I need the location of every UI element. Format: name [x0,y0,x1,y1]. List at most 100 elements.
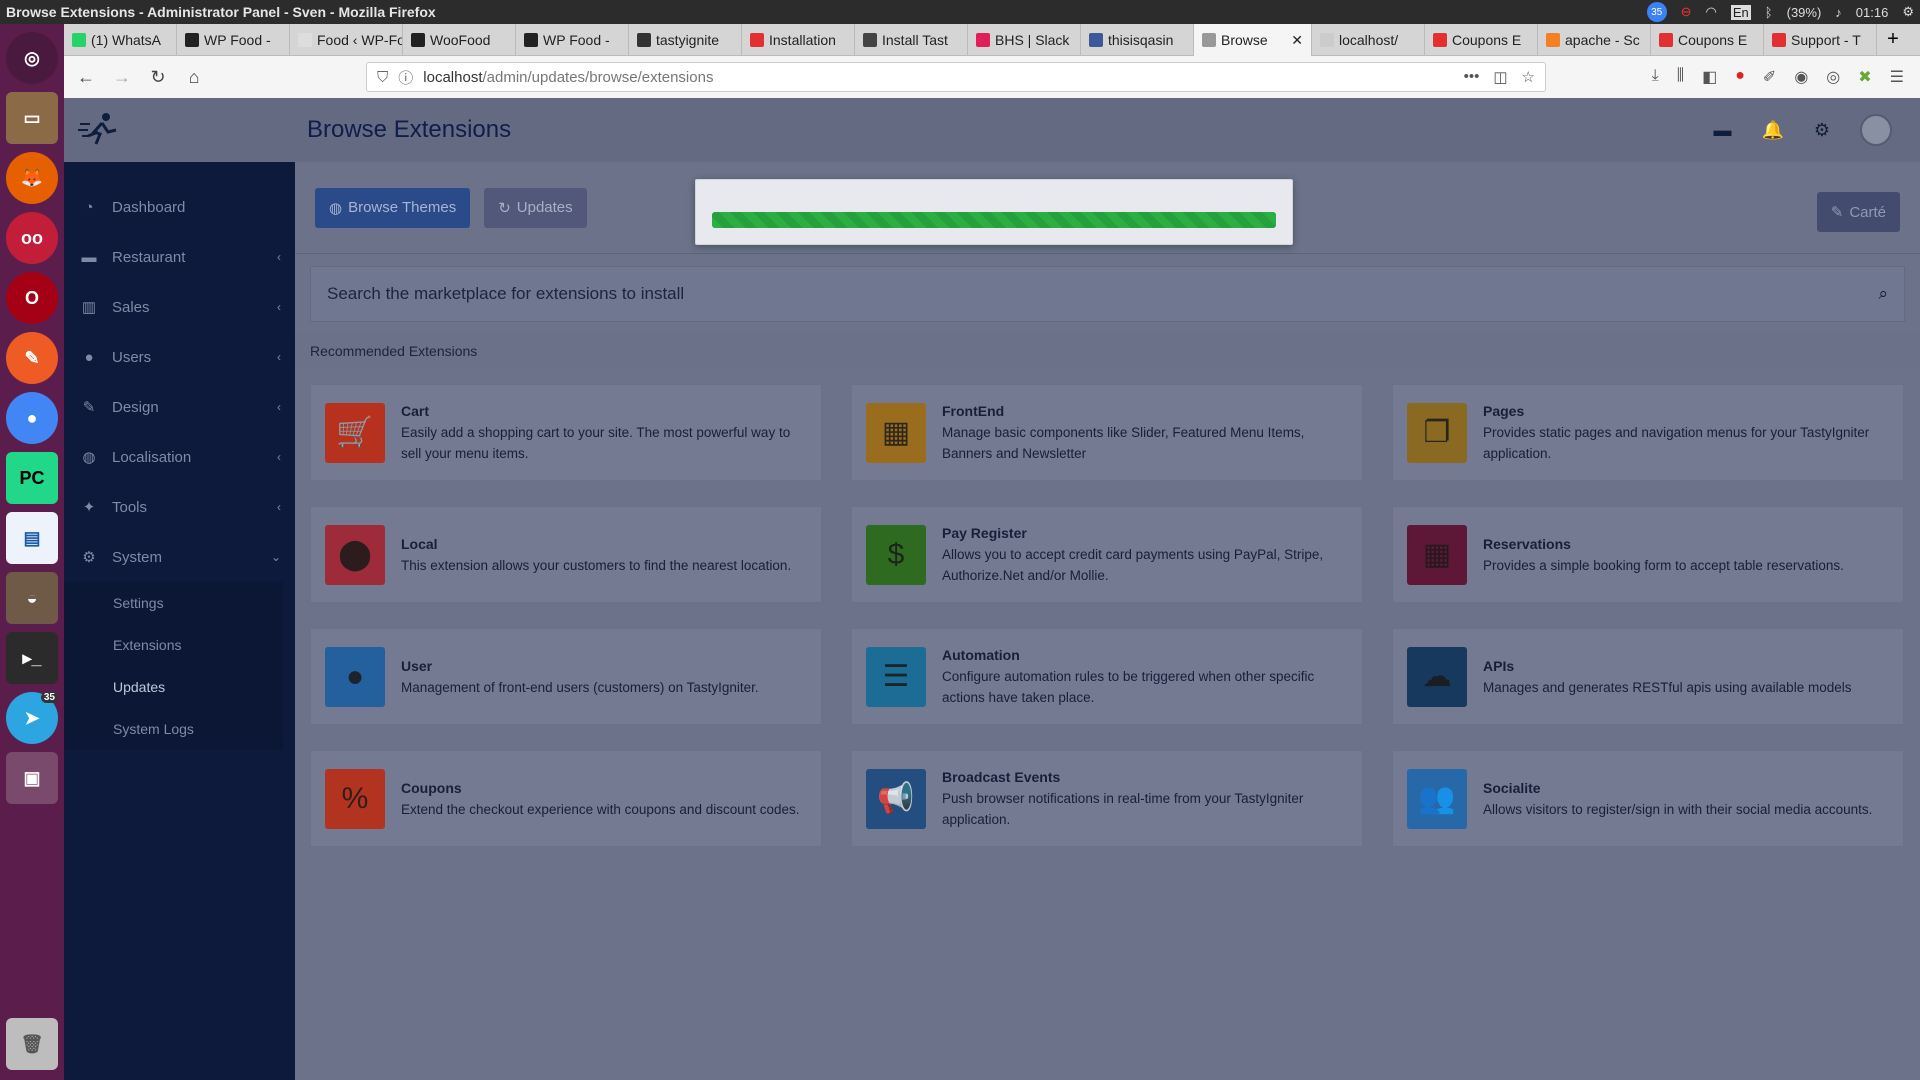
account-icon[interactable]: ◉ [1794,67,1808,87]
browse-themes-button[interactable]: ◍ Browse Themes [315,187,471,228]
sidebar-subitem-extensions[interactable]: Extensions [64,624,283,666]
sidebar-item-dashboard[interactable]: ◔ Dashboard [64,182,295,232]
settings-gear-icon[interactable]: ⚙ [1902,4,1914,20]
sidebar-item-sales[interactable]: ▥ Sales ‹ [64,282,295,332]
extension-card-pay-register[interactable]: $ Pay Register Allows you to accept credit… [851,506,1363,603]
bell-icon[interactable]: 🔔 [1761,120,1783,141]
browser-tab[interactable]: WP Food - [516,24,629,56]
browser-tab[interactable]: apache - Sc [1538,24,1651,56]
copy-icon: ❐ [1407,402,1467,463]
marketplace-search[interactable]: Search the marketplace for extensions to… [310,266,1905,322]
browser-tab[interactable]: Browse ✕ [1194,24,1312,56]
extension-icon[interactable]: ◎ [1826,67,1840,87]
browser-tab[interactable]: Install Tast [855,24,968,56]
new-tab-button[interactable]: + [1877,24,1909,55]
do-not-disturb-icon[interactable]: ⊖ [1681,4,1692,20]
url-text[interactable]: localhost/admin/updates/browse/extension… [423,69,713,86]
opera-icon[interactable]: O [6,272,58,324]
extensions-grid: 🛒 Cart Easily add a shopping cart to your … [310,384,1905,847]
bookmark-star-icon[interactable]: ☆ [1522,68,1535,86]
shield-icon[interactable]: ⛉ [377,69,388,86]
extension-card-cart[interactable]: 🛒 Cart Easily add a shopping cart to your … [310,384,822,481]
extension-description: Management of front-end users (customers… [401,679,759,695]
more-icon[interactable]: ••• [1464,68,1480,86]
firefox-icon[interactable]: 🦊 [6,152,58,204]
extension-card-broadcast-events[interactable]: 📢 Broadcast Events Push browser notificati… [851,750,1363,847]
search-input[interactable]: Search the marketplace for extensions to… [327,284,684,304]
sidebar-subitem-system-logs[interactable]: System Logs [64,708,283,750]
puzzle-icon[interactable]: ✖ [1858,67,1871,87]
chrome-icon[interactable]: ● [6,392,58,444]
library-icon[interactable]: ⫼ [1677,67,1684,87]
extension-card-user[interactable]: ● User Management of front-end users (cust… [310,628,822,725]
store-icon[interactable]: ▬ [1713,120,1731,141]
browser-tab[interactable]: Installation [742,24,855,56]
extension-card-frontend[interactable]: ▦ FrontEnd Manage basic components like Sl… [851,384,1363,481]
cogs-icon[interactable]: ⚙ [1814,120,1830,141]
clock[interactable]: 01:16 [1856,5,1889,20]
carte-button[interactable]: ✎ Carté [1816,192,1900,232]
sidebar-subitem-updates[interactable]: Updates [64,666,283,708]
keyboard-lang[interactable]: En [1730,4,1751,20]
sidebar-item-users[interactable]: ● Users ‹ [64,332,295,382]
sidebar-item-localisation[interactable]: ◍ Localisation ‹ [64,432,295,482]
eyedropper-icon[interactable]: ✐ [1763,67,1776,87]
battery-indicator[interactable]: (39%) [1787,5,1822,20]
browser-tab[interactable]: Coupons E [1651,24,1764,56]
browser-tab[interactable]: localhost/ [1312,24,1425,56]
browser-tab[interactable]: thisisqasin [1081,24,1194,56]
pycharm-icon[interactable]: PC [6,452,58,504]
volume-icon[interactable]: ♪ [1835,5,1842,20]
bluetooth-icon[interactable]: ᛒ [1765,5,1773,20]
browser-tab[interactable]: tastyignite [629,24,742,56]
info-icon[interactable]: ⓘ [398,67,413,88]
sidebar-item-restaurant[interactable]: ▬ Restaurant ‹ [64,232,295,282]
notification-badge[interactable]: 35 [1646,2,1667,22]
browser-tab[interactable]: WP Food - [177,24,290,56]
extension-card-reservations[interactable]: ▦ Reservations Provides a simple booking f… [1392,506,1904,603]
postman-icon[interactable]: ✎ [6,332,58,384]
extension-card-apis[interactable]: ☁ APIs Manages and generates RESTful apis … [1392,628,1904,725]
avatar[interactable] [1860,114,1892,146]
url-bar[interactable]: ⛉ ⓘ localhost/admin/updates/browse/exten… [366,62,1546,92]
files-icon[interactable]: ▭ [6,92,58,144]
home-icon[interactable]: ⌂ [180,63,208,91]
extension-card-pages[interactable]: ❐ Pages Provides static pages and navigati… [1392,384,1904,481]
browser-tab[interactable]: Support - T [1764,24,1877,56]
menu-icon[interactable]: ☰ [1890,67,1904,87]
browser-tab[interactable]: Food ‹ WP-Fo [290,24,403,56]
gimp-icon[interactable]: ◒ [6,572,58,624]
url-host: localhost [423,68,483,86]
close-tab-icon[interactable]: ✕ [1291,32,1303,49]
download-icon[interactable]: ⤓ [1652,67,1659,87]
wifi-icon[interactable]: ◠ [1706,4,1717,20]
back-arrow-icon[interactable]: ← [72,63,100,91]
sidebar-item-tools[interactable]: ✦ Tools ‹ [64,482,295,532]
updates-button[interactable]: ↻ Updates [484,187,587,228]
trash-icon[interactable]: 🗑 [6,1018,58,1070]
sidebar-icon[interactable]: ◧ [1702,67,1717,87]
search-icon[interactable]: ⌕ [1878,284,1888,304]
sidebar-item-system[interactable]: ⚙ System ⌄ [64,532,295,582]
pocket-icon[interactable]: ◫ [1493,68,1507,86]
sidebar-item-design[interactable]: ✎ Design ‹ [64,382,295,432]
extension-card-socialite[interactable]: 👥 Socialite Allows visitors to register/si… [1392,750,1904,847]
browser-tab[interactable]: (1) WhatsA [64,24,177,56]
adblock-icon[interactable]: ● [1735,67,1745,87]
browser-tab[interactable]: WooFood [403,24,516,56]
percent-icon: % [325,768,385,829]
telegram-icon[interactable]: ➤ 35 [6,692,58,744]
browser-tab[interactable]: BHS | Slack [968,24,1081,56]
extension-card-coupons[interactable]: % Coupons Extend the checkout experience w… [310,750,822,847]
writer-icon[interactable]: ▤ [6,512,58,564]
forward-arrow-icon[interactable]: → [108,63,136,91]
extension-card-local[interactable]: ⬤ Local This extension allows your custome… [310,506,822,603]
workspaces-icon[interactable]: ▣ [6,752,58,804]
reload-icon[interactable]: ↻ [144,63,172,91]
terminal-icon[interactable]: ▸_ [6,632,58,684]
extension-card-automation[interactable]: ☰ Automation Configure automation rules to… [851,628,1363,725]
browser-tab[interactable]: Coupons E [1425,24,1538,56]
ubuntu-icon[interactable]: ◎ [6,32,58,84]
sidebar-subitem-settings[interactable]: Settings [64,582,283,624]
app-oo-icon[interactable]: oo [6,212,58,264]
